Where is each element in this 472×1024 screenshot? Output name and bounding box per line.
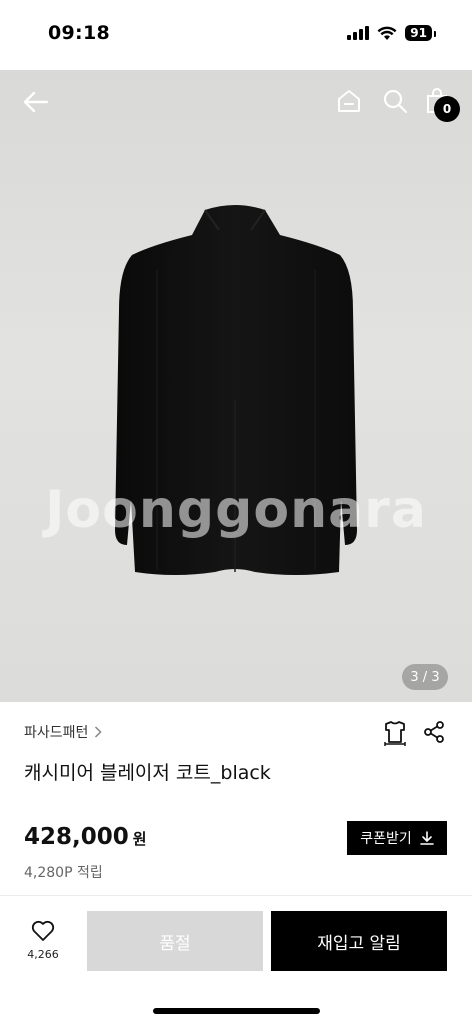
brand-name: 파사드패턴 [24, 725, 89, 741]
coupon-label: 쿠폰받기 [360, 831, 412, 847]
hanger-icon [384, 721, 406, 746]
product-title: 캐시미어 블레이저 코트_black [24, 762, 271, 784]
image-page-indicator: 3 / 3 [402, 664, 448, 690]
product-image-carousel[interactable]: Joonggonara 3 / 3 [0, 70, 472, 702]
share-button[interactable] [422, 720, 446, 750]
chevron-right-icon [95, 726, 102, 738]
status-icons: 91 [347, 25, 436, 41]
heart-icon [31, 920, 55, 941]
status-bar: 09:18 91 [0, 0, 472, 70]
back-arrow-icon [23, 91, 49, 113]
brand-link[interactable]: 파사드패턴 [24, 722, 102, 742]
price-unit: 원 [132, 830, 147, 848]
search-icon [383, 89, 408, 114]
home-button[interactable] [334, 86, 364, 116]
coupon-button[interactable]: 쿠폰받기 [347, 821, 447, 855]
price: 428,000 원 [24, 824, 147, 850]
points-info: 4,280P 적립 [24, 865, 103, 881]
cart-count-badge: 0 [434, 96, 460, 122]
wifi-icon [377, 26, 397, 40]
download-icon [419, 831, 434, 845]
soldout-button[interactable]: 품절 [87, 911, 263, 971]
like-button[interactable]: 4,266 [18, 920, 68, 970]
back-button[interactable] [20, 86, 52, 118]
watermark: Joonggonara [45, 480, 427, 540]
divider [0, 895, 472, 896]
like-count: 4,266 [27, 948, 59, 961]
product-actions [382, 720, 446, 750]
price-value: 428,000 [24, 824, 129, 850]
home-indicator [153, 1008, 320, 1014]
search-button[interactable] [380, 86, 410, 116]
share-icon [424, 721, 444, 743]
status-time: 09:18 [48, 22, 110, 44]
home-icon [338, 90, 360, 112]
battery-indicator: 91 [405, 25, 436, 41]
restock-alert-button[interactable]: 재입고 알림 [271, 911, 447, 971]
size-guide-button[interactable] [382, 720, 408, 750]
signal-icon [347, 26, 370, 40]
top-nav [0, 70, 472, 132]
